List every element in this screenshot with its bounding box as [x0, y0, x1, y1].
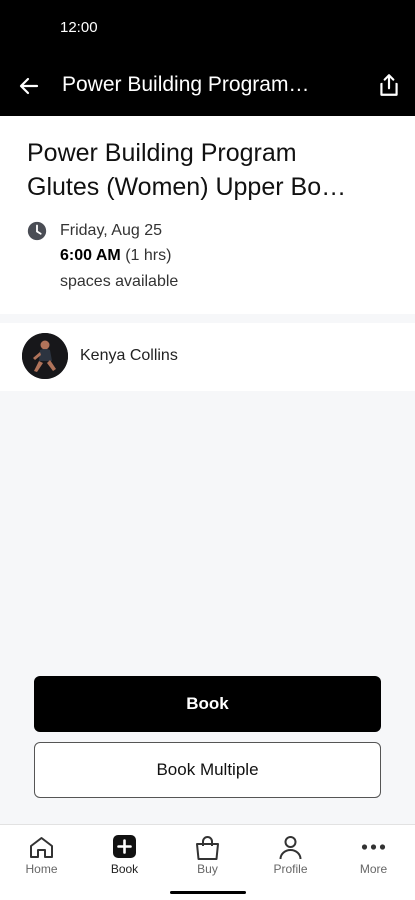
status-bar: 12:00: [0, 0, 415, 56]
status-time: 12:00: [60, 19, 98, 36]
clock-icon: [27, 221, 47, 241]
instructor-row[interactable]: Kenya Collins: [0, 323, 415, 391]
tab-buy[interactable]: Buy: [166, 825, 249, 885]
class-start-time: 6:00 AM: [60, 247, 121, 264]
book-button[interactable]: Book: [34, 676, 381, 732]
class-title-line-1: Power Building Program: [27, 139, 297, 167]
tab-book-label: Book: [110, 862, 139, 876]
class-time-row: 6:00 AM (1 hrs): [60, 247, 171, 265]
class-details: Power Building Program Glutes (Women) Up…: [0, 116, 415, 314]
class-availability: spaces available: [60, 273, 179, 290]
share-icon[interactable]: [376, 72, 402, 98]
app-bar: Power Building Program…: [0, 56, 415, 116]
shopping-bag-icon: [196, 836, 219, 860]
tab-more-label: More: [359, 862, 388, 876]
class-title: Power Building Program Glutes (Women) Up…: [27, 136, 392, 204]
page-title: Power Building Program…: [62, 73, 310, 96]
tab-home[interactable]: Home: [0, 825, 83, 885]
book-multiple-button[interactable]: Book Multiple: [34, 742, 381, 798]
instructor-avatar: [22, 333, 68, 379]
tab-book[interactable]: Book: [83, 825, 166, 885]
back-arrow-icon[interactable]: [17, 74, 41, 98]
plus-square-icon: [113, 835, 136, 858]
bottom-tab-bar: Home Book Buy Profile More: [0, 824, 415, 900]
tab-profile[interactable]: Profile: [249, 825, 332, 885]
tab-buy-label: Buy: [197, 862, 218, 876]
instructor-photo: [22, 333, 68, 379]
tab-profile-label: Profile: [273, 862, 308, 876]
instructor-name: Kenya Collins: [80, 347, 178, 364]
class-duration: (1 hrs): [125, 247, 172, 264]
person-icon: [279, 836, 302, 860]
home-indicator: [170, 891, 246, 894]
home-icon: [30, 837, 53, 858]
class-date: Friday, Aug 25: [60, 222, 162, 239]
class-title-line-2: Glutes (Women) Upper Bo…: [27, 173, 347, 201]
tab-home-label: Home: [25, 862, 58, 876]
tab-more[interactable]: More: [332, 825, 415, 885]
more-dots-icon: [361, 844, 386, 850]
